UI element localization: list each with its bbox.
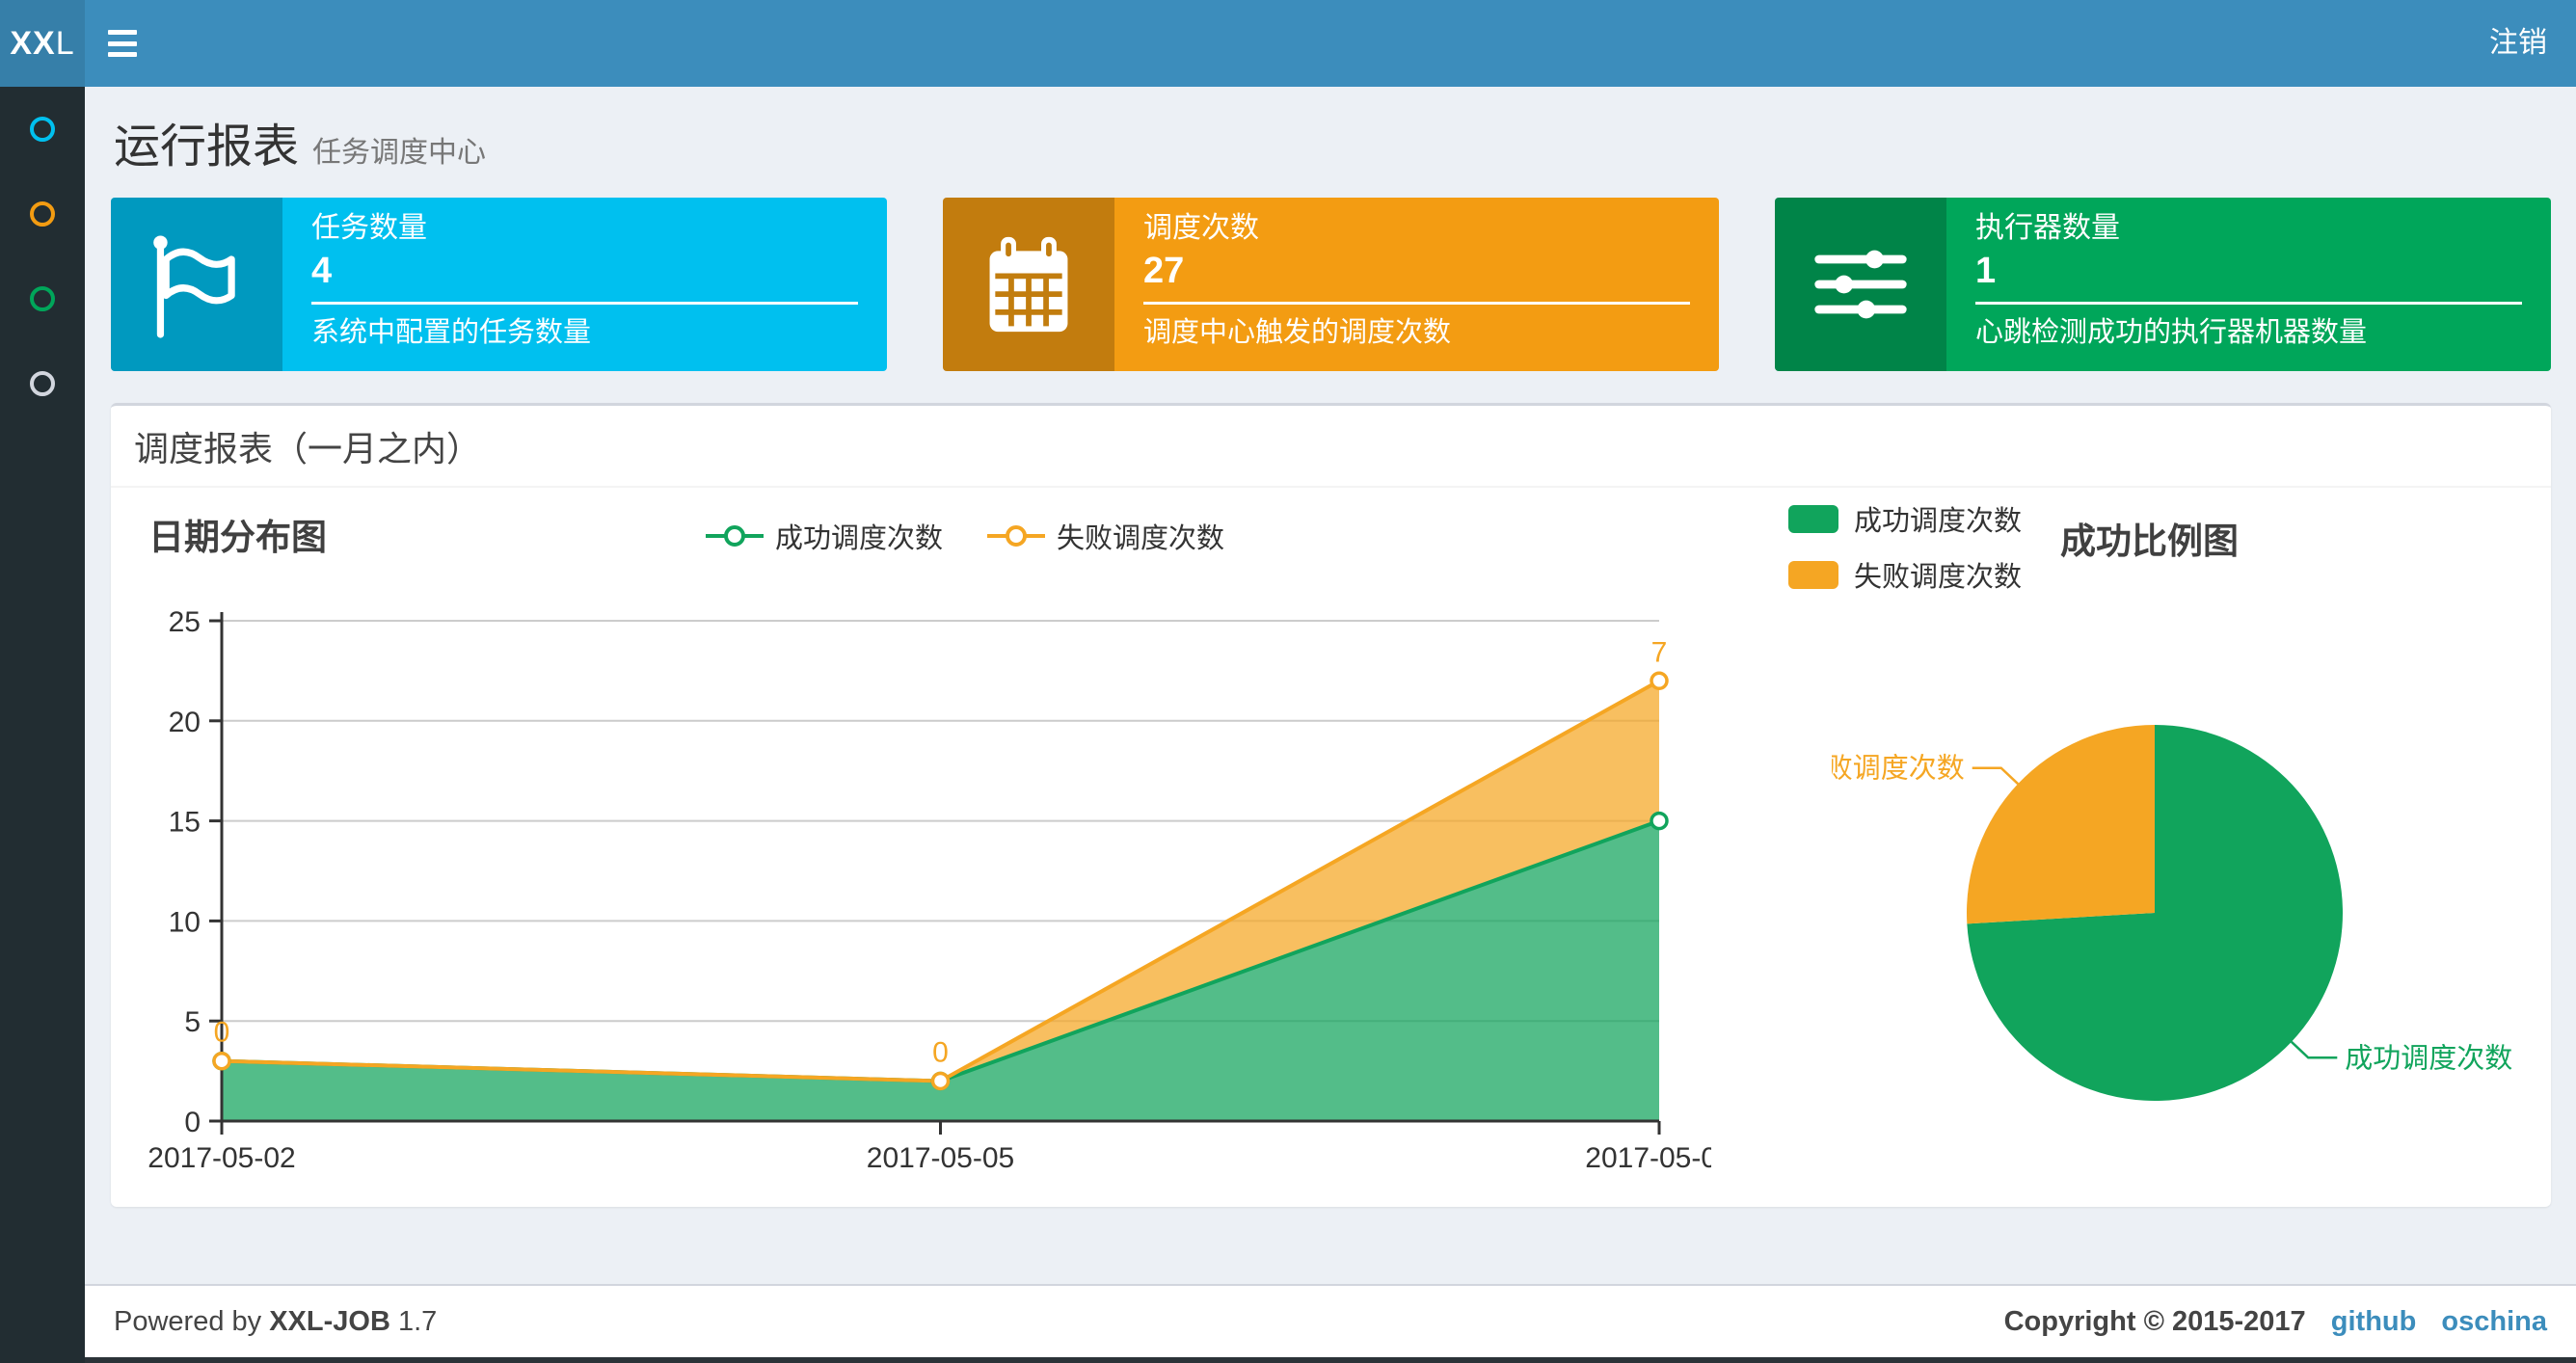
report-panel-header: 调度报表（一月之内） bbox=[111, 406, 2551, 488]
stat-card-value: 1 bbox=[1975, 251, 1997, 291]
product-version: 1.7 bbox=[389, 1305, 438, 1337]
flag-icon bbox=[111, 198, 282, 371]
svg-text:20: 20 bbox=[169, 707, 201, 738]
report-panel: 调度报表（一月之内） 日期分布图 成功调度次数 失败调度次数 0 5 10 15… bbox=[111, 403, 2551, 1207]
logout-link[interactable]: 注销 bbox=[2489, 0, 2547, 87]
top-navbar: XXL 注销 bbox=[0, 0, 2576, 87]
svg-text:2017-05-02: 2017-05-02 bbox=[148, 1142, 295, 1174]
stat-card-title: 调度次数 bbox=[1143, 212, 1259, 244]
divider bbox=[1975, 302, 2522, 305]
svg-text:0: 0 bbox=[184, 1107, 201, 1138]
legend-item-fail[interactable]: 失败调度次数 bbox=[985, 516, 1224, 556]
stat-card-title: 任务数量 bbox=[311, 212, 427, 244]
page-subtitle: 任务调度中心 bbox=[312, 137, 487, 169]
stat-card-jobs: 任务数量 4 系统中配置的任务数量 bbox=[111, 198, 887, 371]
pie-chart-legend: 成功调度次数 失败调度次数 bbox=[1788, 498, 2022, 610]
sidebar-item-2[interactable] bbox=[0, 172, 85, 256]
circle-icon bbox=[30, 286, 55, 311]
legend-item-fail[interactable]: 失败调度次数 bbox=[1788, 554, 2022, 595]
svg-text:5: 5 bbox=[184, 1006, 201, 1038]
logo-text-bold: XX bbox=[10, 24, 56, 62]
legend-label: 成功调度次数 bbox=[1854, 506, 2023, 537]
page-title: 运行报表 bbox=[114, 121, 300, 173]
line-chart-title: 日期分布图 bbox=[148, 518, 327, 557]
date-distribution-area-chart: 05101520252017-05-022017-05-052017-05-08… bbox=[148, 606, 1711, 1174]
report-panel-body: 日期分布图 成功调度次数 失败调度次数 0 5 10 15 20 25 2017… bbox=[111, 491, 2551, 1207]
footer-copyright: Copyright © 2015-2017 github oschina bbox=[2004, 1306, 2547, 1338]
divider bbox=[1143, 302, 1690, 305]
window-bottom-edge bbox=[0, 1357, 2576, 1363]
svg-text:0: 0 bbox=[214, 1017, 230, 1049]
sidebar-item-1[interactable] bbox=[0, 87, 85, 172]
circle-icon bbox=[30, 371, 55, 396]
github-link[interactable]: github bbox=[2331, 1306, 2417, 1337]
stat-card-description: 系统中配置的任务数量 bbox=[311, 317, 592, 348]
sliders-icon bbox=[1775, 198, 1946, 371]
svg-text:7: 7 bbox=[1651, 636, 1668, 668]
legend-item-success[interactable]: 成功调度次数 bbox=[1788, 498, 2022, 539]
calendar-icon bbox=[943, 198, 1114, 371]
footer-powered-by: Powered by XXL-JOB 1.7 bbox=[114, 1306, 437, 1338]
stat-card-executors: 执行器数量 1 心跳检测成功的执行器机器数量 bbox=[1775, 198, 2551, 371]
main-footer: Powered by XXL-JOB 1.7 Copyright © 2015-… bbox=[85, 1284, 2576, 1357]
legend-swatch bbox=[1788, 504, 1838, 533]
line-chart-legend: 成功调度次数 失败调度次数 bbox=[704, 516, 1224, 556]
legend-item-success[interactable]: 成功调度次数 bbox=[704, 516, 943, 556]
sidebar-toggle-icon[interactable] bbox=[108, 30, 141, 57]
xxl-job-dashboard: XXL 注销 运行报表 任务调度中心 任务数量 4 系统中配置的任务数量 调度次… bbox=[0, 0, 2576, 1363]
pie-chart-title: 成功比例图 bbox=[2060, 521, 2239, 561]
divider bbox=[311, 302, 858, 305]
product-name: XXL-JOB bbox=[269, 1305, 390, 1337]
page-header: 运行报表 任务调度中心 bbox=[114, 108, 486, 175]
stat-card-triggers: 调度次数 27 调度中心触发的调度次数 bbox=[943, 198, 1719, 371]
line-marker-icon bbox=[706, 525, 764, 547]
svg-text:15: 15 bbox=[169, 807, 201, 839]
copyright-text: Copyright © 2015-2017 bbox=[2003, 1305, 2306, 1337]
powered-prefix: Powered by bbox=[114, 1305, 270, 1337]
stat-cards-row: 任务数量 4 系统中配置的任务数量 调度次数 27 调度中心触发的调度次数 执行… bbox=[111, 198, 2551, 371]
line-marker-icon bbox=[987, 525, 1046, 547]
stat-card-description: 心跳检测成功的执行器机器数量 bbox=[1975, 317, 2368, 348]
sidebar bbox=[0, 87, 85, 1363]
svg-text:10: 10 bbox=[169, 906, 201, 938]
legend-label: 失败调度次数 bbox=[1057, 523, 1225, 554]
sidebar-item-4[interactable] bbox=[0, 341, 85, 426]
stat-card-description: 调度中心触发的调度次数 bbox=[1143, 317, 1452, 348]
app-logo[interactable]: XXL bbox=[0, 0, 85, 87]
success-ratio-pie-chart: 成功调度次数 失败调度次数 bbox=[1832, 725, 2512, 1101]
circle-icon bbox=[30, 201, 55, 227]
svg-text:0: 0 bbox=[932, 1036, 949, 1068]
report-panel-title: 调度报表（一月之内） bbox=[134, 428, 482, 468]
svg-text:2017-05-08: 2017-05-08 bbox=[1585, 1142, 1711, 1174]
svg-text:失败调度次数: 失败调度次数 bbox=[1832, 753, 1965, 785]
circle-icon bbox=[30, 117, 55, 142]
stat-card-value: 4 bbox=[311, 251, 333, 291]
legend-label: 失败调度次数 bbox=[1854, 562, 2023, 593]
oschina-link[interactable]: oschina bbox=[2441, 1306, 2547, 1337]
legend-label: 成功调度次数 bbox=[775, 523, 944, 554]
stat-card-title: 执行器数量 bbox=[1975, 212, 2120, 244]
svg-text:25: 25 bbox=[169, 606, 201, 638]
svg-text:2017-05-05: 2017-05-05 bbox=[867, 1142, 1014, 1174]
legend-swatch bbox=[1788, 560, 1838, 589]
stat-card-value: 27 bbox=[1143, 251, 1185, 291]
sidebar-item-3[interactable] bbox=[0, 256, 85, 341]
logo-text-light: L bbox=[55, 24, 75, 62]
svg-text:成功调度次数: 成功调度次数 bbox=[2345, 1042, 2512, 1074]
